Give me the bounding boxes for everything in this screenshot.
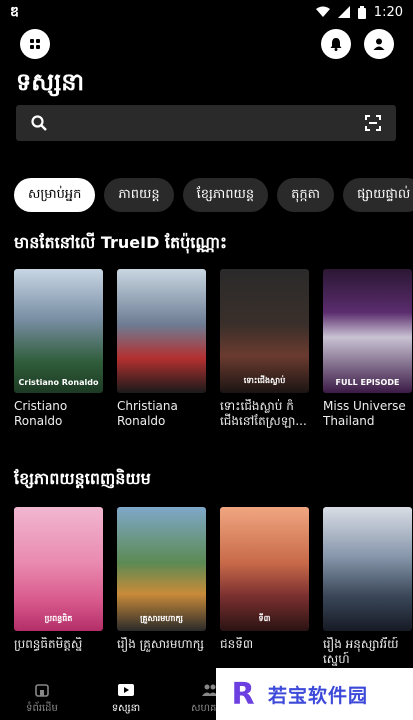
watermark-text: 若宝软件园 xyxy=(268,684,369,707)
chip-cartoons[interactable]: តុក្កតា xyxy=(277,178,335,212)
chip-for-you[interactable]: សម្រាប់អ្នក xyxy=(14,178,96,212)
card-title: រឿង អនុស្សាវរីយ៍ស្នេហ៍ xyxy=(323,637,399,666)
search-bar[interactable] xyxy=(16,105,396,141)
poster-caption: ទី៣ xyxy=(258,614,271,623)
content-row-trueid-exclusive: Cristiano Ronaldo Cristiano Ronaldo Chri… xyxy=(14,269,413,439)
home-icon xyxy=(35,683,49,697)
poster-caption: ទោះជើងស្លាប់ xyxy=(243,376,286,385)
search-icon xyxy=(31,115,47,131)
content-row-popular-series: ប្រពន្ធធិត ប្រពន្ធធិតមិត្តស្និ គ្រួសារមហ… xyxy=(14,507,413,677)
profile-button[interactable] xyxy=(364,29,394,59)
card-title: ជនទី៣ xyxy=(220,637,254,651)
poster-image xyxy=(117,269,206,393)
play-icon xyxy=(118,683,134,696)
battery-icon xyxy=(357,5,366,19)
content-card[interactable]: FULL EPISODE Miss Universe Thailand 202.… xyxy=(323,269,412,439)
wifi-icon xyxy=(315,6,330,17)
content-card[interactable]: ទោះជើងស្លាប់ ទោះជើងស្លាប់ ក៏ជើងនៅតែស្រឡា… xyxy=(220,269,309,439)
content-card[interactable]: គ្រួសារមហាក្ស រឿង គ្រួសារមហាក្ស xyxy=(117,507,206,677)
chip-live[interactable]: ផ្សាយផ្ទាល់ xyxy=(343,178,413,212)
page-title: ទស្សនា xyxy=(16,68,85,96)
content-card[interactable]: Cristiano Ronaldo Cristiano Ronaldo xyxy=(14,269,103,439)
scan-icon[interactable] xyxy=(364,114,382,132)
chip-series[interactable]: ខ្សែភាពយន្ត xyxy=(182,178,269,212)
status-bar: ឌ 1:20 xyxy=(0,0,413,24)
status-time: 1:20 xyxy=(373,4,403,20)
nav-label: ទស្សនា xyxy=(111,702,141,714)
nav-label: ទំព័រដើម xyxy=(26,702,58,714)
bell-icon xyxy=(330,38,342,51)
content-card[interactable]: ទី៣ ជនទី៣ xyxy=(220,507,309,677)
poster-image xyxy=(323,507,412,631)
poster-caption: គ្រួសារមហាក្ស xyxy=(140,614,183,623)
card-title: Christiana Ronaldo xyxy=(117,399,178,428)
watermark-logo: R xyxy=(231,676,255,712)
status-icons: 1:20 xyxy=(315,4,403,20)
grid-icon xyxy=(30,39,40,49)
card-title: ប្រពន្ធធិតមិត្តស្និ xyxy=(14,637,83,651)
section-title-trueid-exclusive: មានតែនៅលើ TrueID តែប៉ុណ្ណោះ xyxy=(14,233,228,252)
category-chips: សម្រាប់អ្នក ភាពយន្ត ខ្សែភាពយន្ត តុក្កតា … xyxy=(14,178,413,214)
poster-image: ប្រពន្ធធិត xyxy=(14,507,103,631)
card-title: Miss Universe Thailand 202... xyxy=(323,399,406,428)
search-input[interactable] xyxy=(60,115,364,131)
top-header xyxy=(0,24,413,66)
poster-caption: FULL EPISODE xyxy=(335,378,400,387)
chip-movies[interactable]: ភាពយន្ត xyxy=(104,178,174,212)
poster-caption: ប្រពន្ធធិត xyxy=(44,614,73,623)
content-card[interactable]: ប្រពន្ធធិត ប្រពន្ធធិតមិត្តស្និ xyxy=(14,507,103,677)
poster-image: Cristiano Ronaldo xyxy=(14,269,103,393)
poster-caption: Cristiano Ronaldo xyxy=(18,378,99,387)
card-title: រឿង គ្រួសារមហាក្ស xyxy=(117,637,204,651)
poster-image: គ្រួសារមហាក្ស xyxy=(117,507,206,631)
signal-icon xyxy=(337,6,350,18)
poster-image: ទី៣ xyxy=(220,507,309,631)
watermark-banner: R 若宝软件园 xyxy=(216,668,413,720)
poster-image: FULL EPISODE xyxy=(323,269,412,393)
app-status-logo: ឌ xyxy=(10,3,19,20)
content-card[interactable]: Christiana Ronaldo xyxy=(117,269,206,439)
section-title-popular-series: ខ្សែភាពយន្តពេញនិយម xyxy=(14,469,151,488)
poster-image: ទោះជើងស្លាប់ xyxy=(220,269,309,393)
menu-button[interactable] xyxy=(20,29,50,59)
notifications-button[interactable] xyxy=(321,29,351,59)
card-title: ទោះជើងស្លាប់ ក៏ជើងនៅតែស្រឡា... xyxy=(220,399,307,428)
card-title: Cristiano Ronaldo xyxy=(14,399,68,428)
nav-item-home[interactable]: ទំព័រដើម xyxy=(0,676,84,720)
content-card[interactable]: រឿង អនុស្សាវរីយ៍ស្នេហ៍ xyxy=(323,507,412,677)
user-icon xyxy=(373,38,385,50)
nav-item-watch[interactable]: ទស្សនា xyxy=(84,676,168,720)
